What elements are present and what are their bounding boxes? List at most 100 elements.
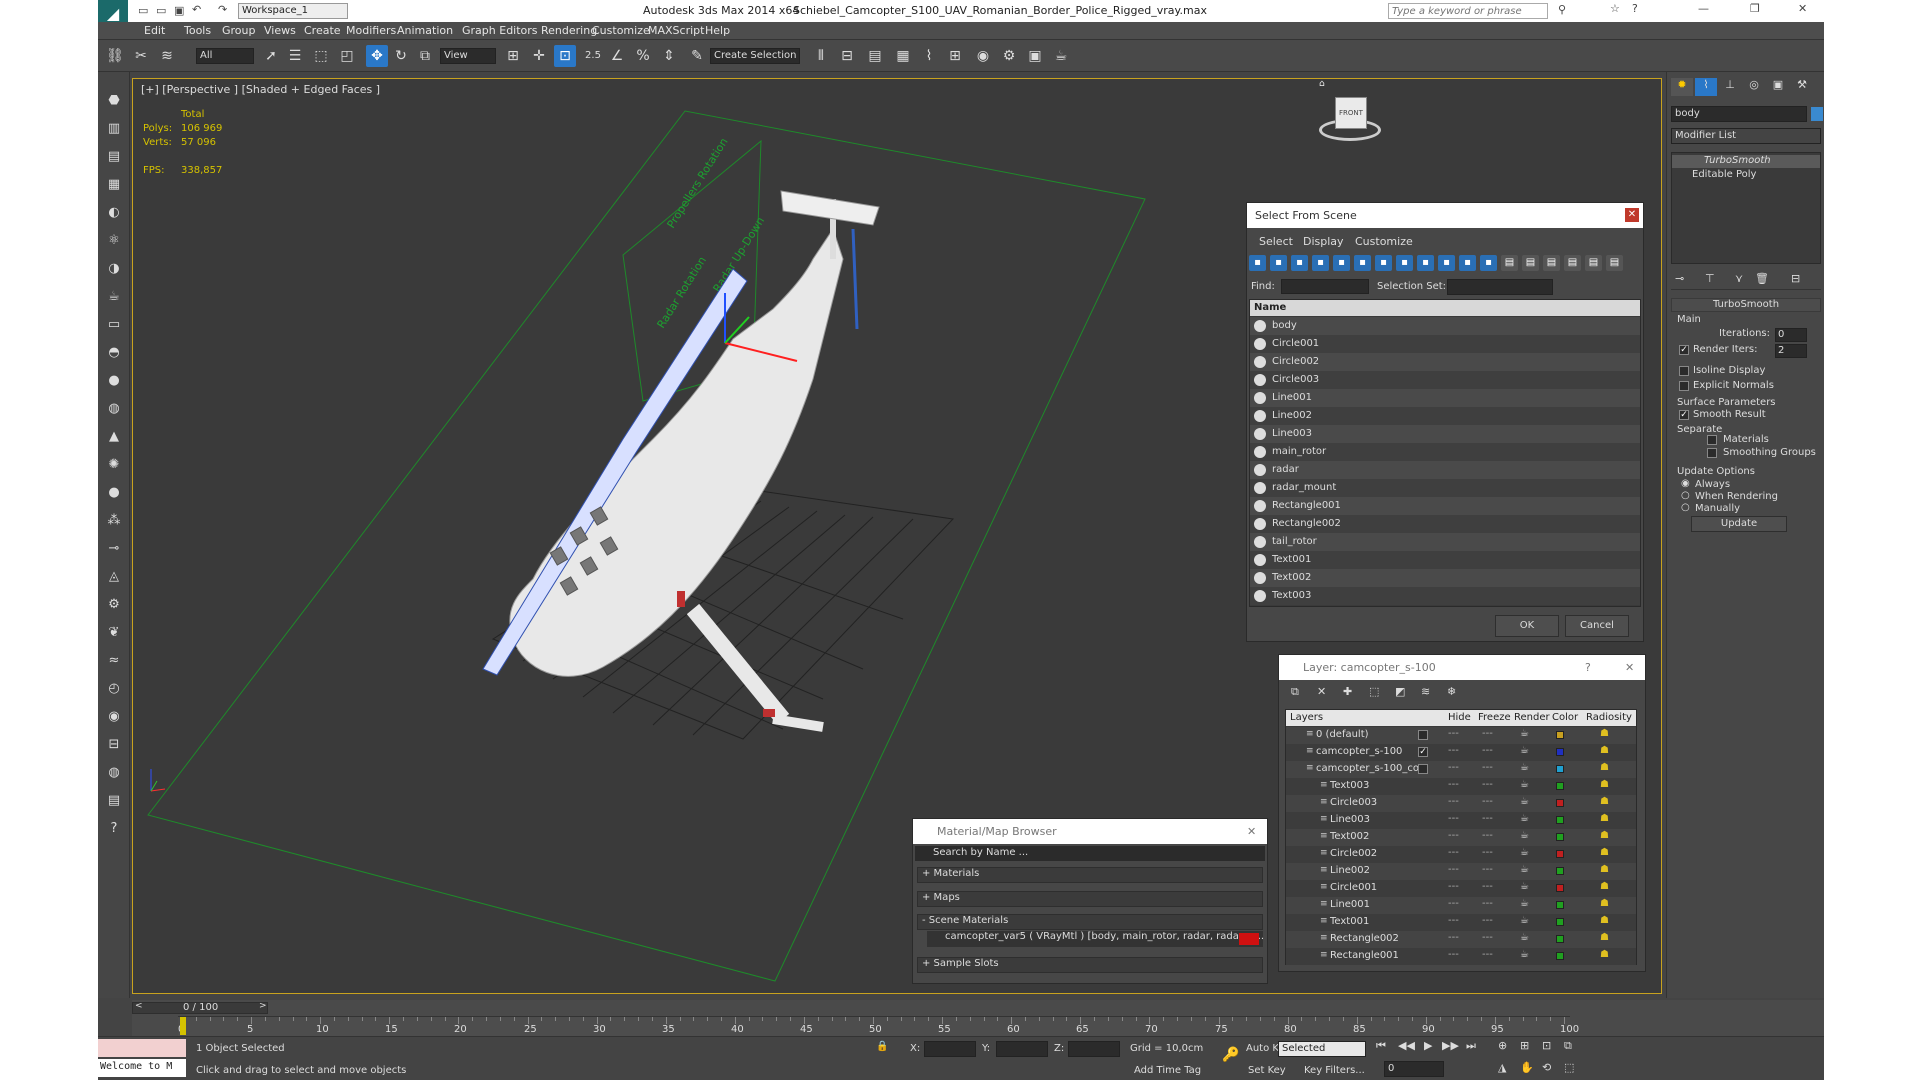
scene-list-item[interactable]: Line002 xyxy=(1250,407,1640,425)
hair-icon[interactable]: ≈ xyxy=(105,652,123,670)
fov-icon[interactable]: ◮ xyxy=(1498,1061,1506,1074)
torus-icon[interactable]: ◍ xyxy=(105,400,123,418)
box-icon[interactable]: ▭ xyxy=(105,316,123,334)
col-layers[interactable]: Layers xyxy=(1290,712,1323,723)
maximize-viewport-icon[interactable]: ⬚ xyxy=(1564,1061,1574,1074)
binoculars-icon[interactable]: ⚲ xyxy=(1558,3,1566,16)
spacewarps-filter-icon[interactable]: ▪ xyxy=(1354,255,1371,271)
helpers-icon[interactable]: ◐ xyxy=(105,204,123,222)
home-icon[interactable]: ⌂ xyxy=(1319,79,1325,89)
radiosity-icon[interactable]: ☗ xyxy=(1600,779,1609,790)
ok-button[interactable]: OK xyxy=(1495,615,1559,637)
layer-row[interactable]: ≡ Rectangle001 --- --- ☕ ☗ xyxy=(1286,948,1636,965)
hide-toggle[interactable]: --- xyxy=(1448,830,1459,841)
groups-filter-icon[interactable]: ▪ xyxy=(1375,255,1392,271)
layer-help-icon[interactable]: ? xyxy=(1585,661,1591,674)
radiosity-icon[interactable]: ☗ xyxy=(1600,830,1609,841)
add-time-tag[interactable]: Add Time Tag xyxy=(1134,1065,1201,1076)
freeze-toggle[interactable]: --- xyxy=(1482,813,1493,824)
zoom-icon[interactable]: ⊕ xyxy=(1498,1039,1507,1052)
layer-row[interactable]: ≡ Line002 --- --- ☕ ☗ xyxy=(1286,863,1636,880)
maximize-icon[interactable]: ❐ xyxy=(1750,2,1760,15)
render-teapot-icon[interactable]: ☕ xyxy=(1520,813,1529,824)
snaps-toggle-icon[interactable]: 2.5 xyxy=(582,45,604,67)
radiosity-icon[interactable]: ☗ xyxy=(1600,762,1609,773)
freeze-toggle[interactable]: --- xyxy=(1482,728,1493,739)
dome-icon[interactable]: ◓ xyxy=(105,344,123,362)
layer-row[interactable]: ≡ Circle003 --- --- ☕ ☗ xyxy=(1286,795,1636,812)
radiosity-icon[interactable]: ☗ xyxy=(1600,864,1609,875)
scene-list-item[interactable]: Circle001 xyxy=(1250,335,1640,353)
track-bar[interactable]: 0510152025303540455055606570758085909510… xyxy=(178,1016,1579,1036)
scene-list-item[interactable]: Text002 xyxy=(1250,569,1640,587)
current-frame-field[interactable]: 0 xyxy=(1384,1061,1444,1077)
containers-filter-icon[interactable]: ▪ xyxy=(1438,255,1455,271)
select-from-scene-titlebar[interactable]: Select From Scene ✕ xyxy=(1247,203,1643,228)
radiosity-icon[interactable]: ☗ xyxy=(1600,932,1609,943)
menu-rendering[interactable]: Rendering xyxy=(541,24,597,37)
layer-row[interactable]: ≡ Rectangle002 --- --- ☕ ☗ xyxy=(1286,931,1636,948)
hide-toggle[interactable]: --- xyxy=(1448,779,1459,790)
named-selection-set-dropdown[interactable]: Create Selection Se xyxy=(710,48,800,64)
freeze-toggle[interactable]: --- xyxy=(1482,745,1493,756)
layer-manager-icon[interactable]: ▤ xyxy=(864,45,886,67)
menu-group[interactable]: Group xyxy=(222,24,256,37)
freeze-toggle[interactable]: --- xyxy=(1482,847,1493,858)
layer-color-swatch[interactable] xyxy=(1556,867,1564,875)
hide-toggle[interactable]: --- xyxy=(1448,898,1459,909)
scene-list-item[interactable]: main_rotor xyxy=(1250,443,1640,461)
layer-color-swatch[interactable] xyxy=(1556,918,1564,926)
show-end-result-icon[interactable]: ⊤ xyxy=(1705,272,1715,285)
current-frame-marker[interactable] xyxy=(180,1017,186,1035)
freeze-toggle[interactable]: --- xyxy=(1482,949,1493,960)
turbosmooth-rollout-header[interactable]: TurboSmooth xyxy=(1671,298,1821,312)
hide-toggle[interactable]: --- xyxy=(1448,847,1459,858)
layer-row[interactable]: ≡ Circle001 --- --- ☕ ☗ xyxy=(1286,880,1636,897)
pin-stack-icon[interactable]: ⊸ xyxy=(1675,272,1684,285)
freeze-toggle[interactable]: --- xyxy=(1482,796,1493,807)
cameras-filter-icon[interactable]: ▪ xyxy=(1312,255,1329,271)
menu-maxscript[interactable]: MAXScript xyxy=(648,24,704,37)
render-teapot-icon[interactable]: ☕ xyxy=(1520,881,1529,892)
freeze-all-icon[interactable]: ❄ xyxy=(1447,685,1456,698)
lock-icon[interactable]: 🔒 xyxy=(876,1041,888,1052)
hierarchy-icon[interactable]: ▤ xyxy=(1585,255,1602,271)
create-tab-icon[interactable]: ✹ xyxy=(1671,78,1693,96)
layer-active-checkbox[interactable]: ✓ xyxy=(1418,747,1428,757)
bind-space-warp-icon[interactable]: ≋ xyxy=(156,45,178,67)
cancel-button[interactable]: Cancel xyxy=(1565,615,1629,637)
go-to-start-icon[interactable]: ⏮ xyxy=(1376,1039,1386,1053)
highlight-layer-icon[interactable]: ◩ xyxy=(1395,685,1405,698)
scene-list-item[interactable]: Rectangle001 xyxy=(1250,497,1640,515)
render-teapot-icon[interactable]: ☕ xyxy=(1520,762,1529,773)
freeze-toggle[interactable]: --- xyxy=(1482,864,1493,875)
radiosity-icon[interactable]: ☗ xyxy=(1600,949,1609,960)
hide-toggle[interactable]: --- xyxy=(1448,796,1459,807)
viewcube-face[interactable]: FRONT xyxy=(1335,97,1367,129)
stack-item-turbosmooth[interactable]: TurboSmooth xyxy=(1672,155,1820,168)
next-frame-icon[interactable]: > xyxy=(259,1001,267,1011)
radiosity-icon[interactable]: ☗ xyxy=(1600,898,1609,909)
lights-filter-icon[interactable]: ▪ xyxy=(1291,255,1308,271)
hide-toggle[interactable]: --- xyxy=(1448,949,1459,960)
hide-toggle[interactable]: --- xyxy=(1448,728,1459,739)
angle-snap-icon[interactable]: ∠ xyxy=(606,45,628,67)
invert-display-icon[interactable]: ▤ xyxy=(1543,255,1560,271)
xrefs-filter-icon[interactable]: ▪ xyxy=(1396,255,1413,271)
layer-active-checkbox[interactable] xyxy=(1418,764,1428,774)
menu-edit[interactable]: Edit xyxy=(144,24,165,37)
select-by-name-icon[interactable]: ☰ xyxy=(284,45,306,67)
layer-row[interactable]: ≡ Text002 --- --- ☕ ☗ xyxy=(1286,829,1636,846)
make-unique-icon[interactable]: ⋎ xyxy=(1735,272,1743,285)
set-key-button[interactable]: Set Key xyxy=(1248,1065,1286,1076)
isoline-display-checkbox[interactable] xyxy=(1679,366,1689,376)
layer-row[interactable]: ≡ Line003 --- --- ☕ ☗ xyxy=(1286,812,1636,829)
scene-list-item[interactable]: radar_mount xyxy=(1250,479,1640,497)
layer-color-swatch[interactable] xyxy=(1556,884,1564,892)
find-input[interactable] xyxy=(1281,279,1369,294)
layer-color-swatch[interactable] xyxy=(1556,731,1564,739)
radiosity-icon[interactable]: ☗ xyxy=(1600,881,1609,892)
unlink-icon[interactable]: ✂ xyxy=(130,45,152,67)
object-color-swatch[interactable] xyxy=(1811,107,1823,121)
shapes-filter-icon[interactable]: ▪ xyxy=(1270,255,1287,271)
